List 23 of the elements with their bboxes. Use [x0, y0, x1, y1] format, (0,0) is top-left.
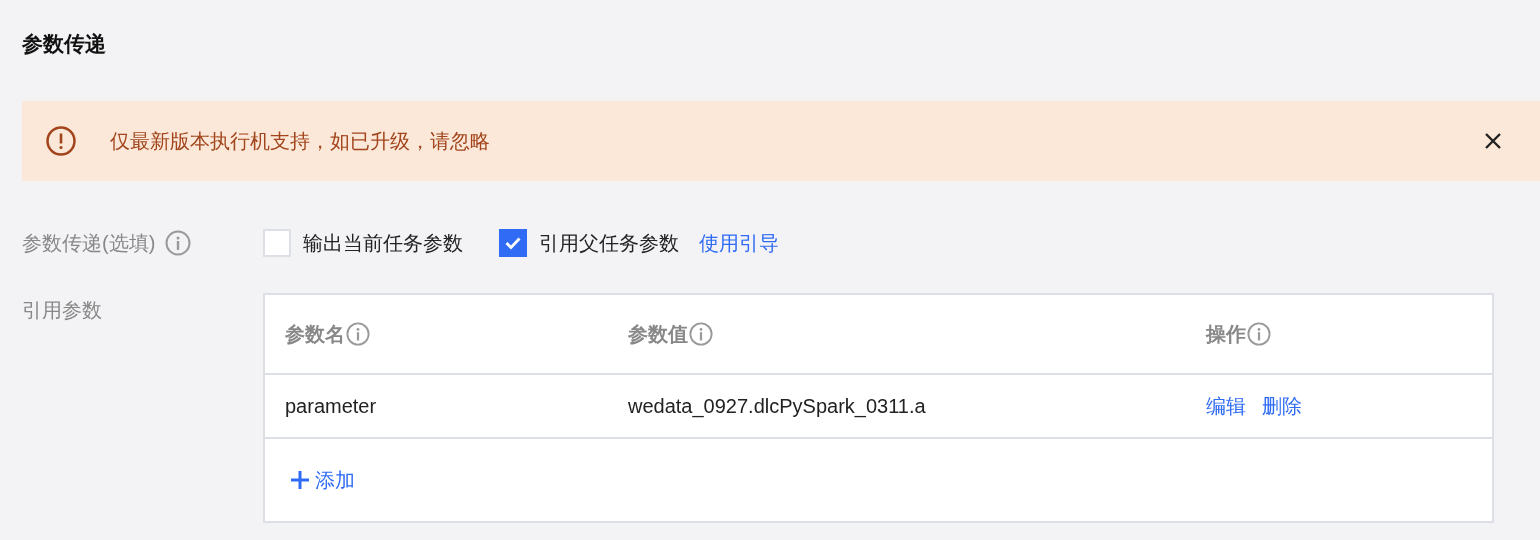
column-header: 参数名 — [285, 321, 345, 347]
field-label: 参数传递(选填) — [22, 230, 156, 256]
checkbox[interactable] — [499, 229, 527, 257]
column-header: 操作 — [1206, 321, 1246, 347]
field-label: 引用参数 — [22, 298, 102, 323]
info-icon — [689, 322, 713, 346]
table-cell: parameter — [285, 394, 377, 418]
alert-message: 仅最新版本执行机支持，如已升级，请忽略 — [110, 128, 491, 154]
info-icon — [346, 322, 370, 346]
add-button[interactable]: 添加 — [289, 466, 355, 494]
info-icon — [165, 230, 192, 256]
section-title: 参数传递 — [22, 31, 106, 57]
column-header: 参数值 — [628, 321, 688, 347]
warning-icon — [46, 126, 76, 156]
close-button[interactable] — [1483, 131, 1503, 151]
checkbox-label[interactable]: 输出当前任务参数 — [303, 229, 463, 257]
guide-link[interactable]: 使用引导 — [699, 229, 779, 257]
info-icon — [1247, 322, 1271, 346]
checkbox-label[interactable]: 引用父任务参数 — [539, 229, 679, 257]
action-link[interactable]: 编辑 — [1206, 392, 1246, 420]
plus-icon — [289, 469, 311, 491]
table-cell: wedata_0927.dlcPySpark_0311.a — [628, 394, 926, 418]
action-link[interactable]: 删除 — [1262, 392, 1302, 420]
